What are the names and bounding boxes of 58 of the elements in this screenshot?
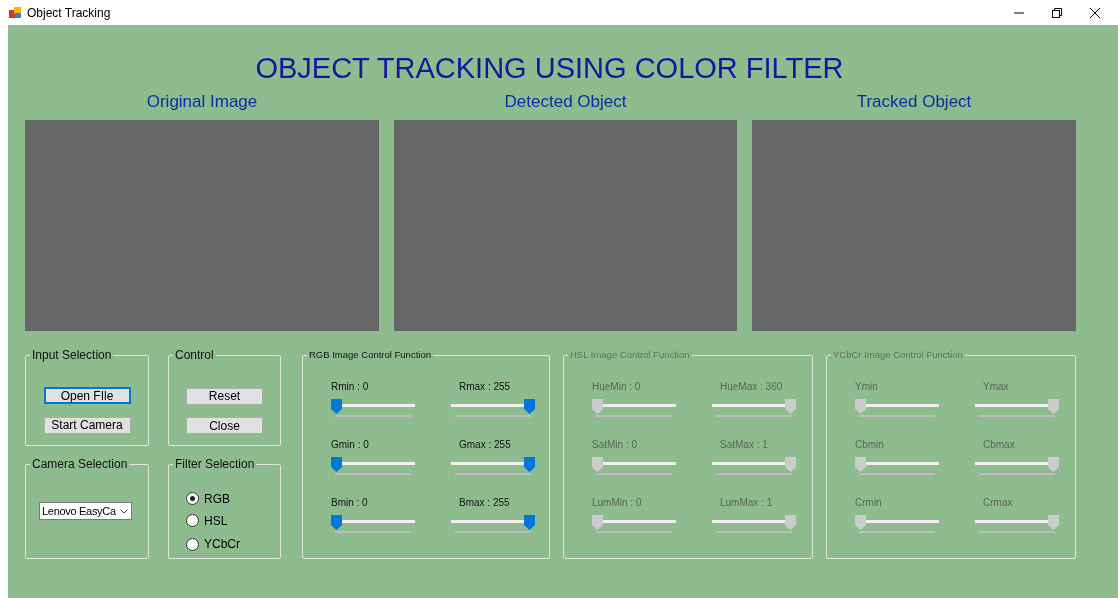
button[interactable]: Start Camera — [43, 416, 131, 434]
slider-label: LumMax : 1 — [719, 497, 774, 509]
image-label: Tracked Object — [856, 91, 972, 113]
radio-circle-icon[interactable] — [186, 514, 199, 527]
radio-button[interactable]: HSL — [186, 511, 228, 530]
image-label: Detected Object — [504, 91, 627, 113]
slider-thumb[interactable] — [331, 457, 342, 472]
slider-label: Gmax : 255 — [458, 439, 512, 451]
button[interactable]: Open FIle — [43, 387, 131, 404]
slider[interactable] — [451, 513, 535, 535]
close-icon[interactable] — [1090, 7, 1100, 18]
group-title: YCbCr Image Control Function — [832, 348, 964, 362]
radio-button[interactable]: RGB — [186, 489, 230, 508]
group-title: Camera Selection — [31, 457, 129, 471]
slider-thumb[interactable] — [524, 457, 535, 472]
radio-button[interactable]: YCbCr — [186, 535, 240, 553]
button[interactable]: Close — [186, 417, 263, 434]
slider-label: Ymin — [855, 381, 879, 393]
group-title: Control — [174, 348, 215, 362]
slider-thumb[interactable] — [524, 399, 535, 414]
image-label: Original Image — [146, 91, 258, 113]
button[interactable]: Reset — [186, 387, 263, 405]
slider-label: LumMin : 0 — [592, 497, 643, 509]
group-title: RGB Image Control Function — [308, 348, 432, 362]
window-title: Object Tracking — [27, 5, 111, 20]
slider-label: HueMin : 0 — [592, 381, 642, 393]
slider-label: SatMin : 0 — [592, 439, 639, 451]
slider-label: Rmin : 0 — [331, 381, 370, 393]
slider-label: Crmin — [855, 497, 883, 509]
slider-label: Cbmin — [855, 439, 885, 451]
restore-icon[interactable] — [1052, 7, 1062, 18]
slider[interactable] — [331, 455, 415, 477]
minimize-icon[interactable] — [1014, 11, 1024, 14]
slider-label: Cbmax — [982, 439, 1016, 451]
radio-circle-icon[interactable] — [186, 537, 199, 551]
group-title: HSL Image Control Function — [569, 348, 691, 362]
app-heading: OBJECT TRACKING USING COLOR FILTER — [255, 51, 844, 85]
slider-label: Crmax — [982, 497, 1014, 509]
group-title: Input Selection — [31, 348, 113, 362]
slider-label: Ymax — [982, 381, 1010, 393]
dropdown[interactable]: Lenovo EasyCa — [39, 502, 132, 520]
slider[interactable] — [331, 397, 415, 419]
chevron-icon — [119, 508, 128, 514]
slider[interactable] — [451, 455, 535, 477]
slider-label: Bmax : 255 — [458, 497, 511, 509]
radio-circle-icon[interactable] — [186, 492, 199, 505]
slider-label: SatMax : 1 — [719, 439, 769, 451]
slider-thumb[interactable] — [331, 515, 342, 530]
slider[interactable] — [331, 513, 415, 535]
group-title: Filter Selection — [174, 457, 256, 471]
slider-thumb[interactable] — [331, 399, 342, 414]
slider-label: Bmin : 0 — [331, 497, 369, 509]
slider-label: Gmin : 0 — [331, 439, 370, 451]
app-icon — [9, 7, 21, 18]
slider-label: Rmax : 255 — [458, 381, 512, 393]
slider[interactable] — [451, 397, 535, 419]
slider-thumb[interactable] — [524, 515, 535, 530]
slider-label: HueMax : 360 — [719, 381, 784, 393]
